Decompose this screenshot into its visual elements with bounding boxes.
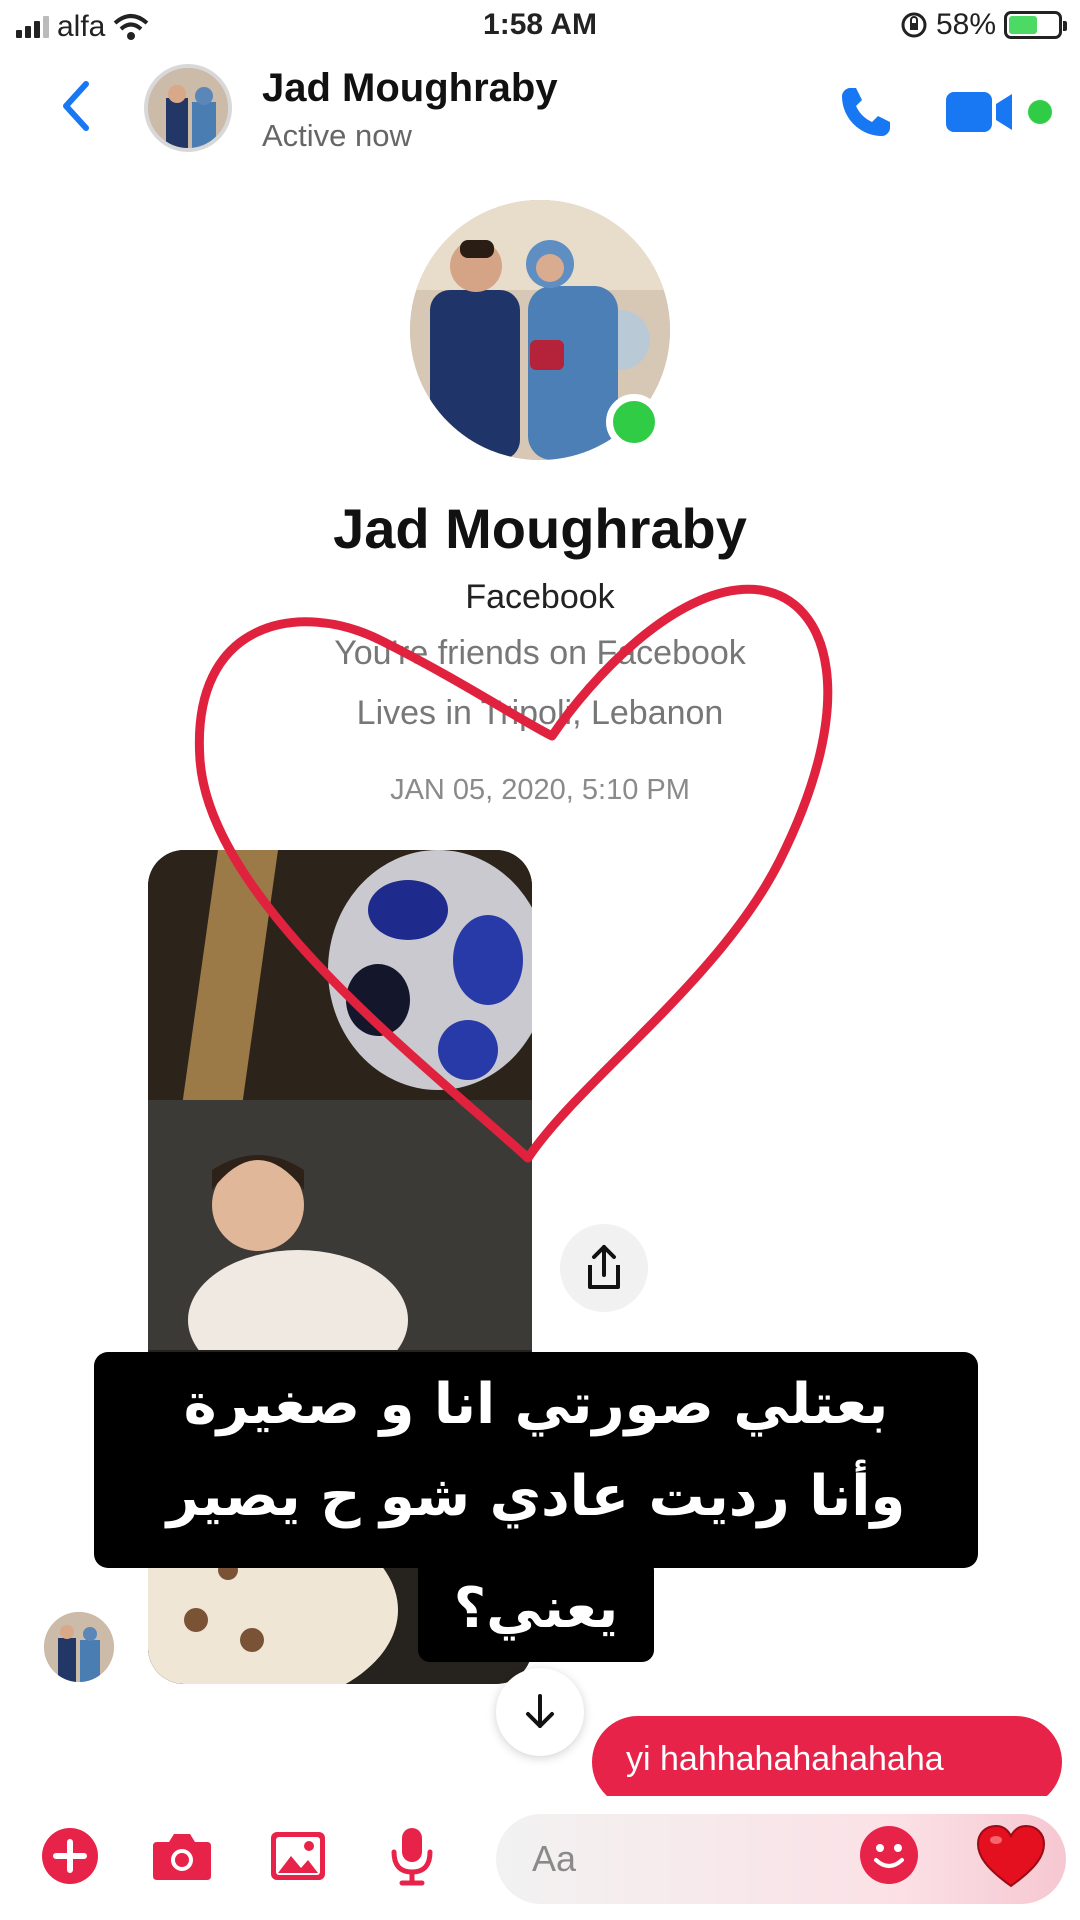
plus-icon (42, 1828, 98, 1884)
gallery-button[interactable] (266, 1824, 330, 1888)
plus-button[interactable] (38, 1824, 102, 1888)
outgoing-message-text: yi hahhahahahahaha (626, 1740, 944, 1778)
outgoing-message-bubble[interactable]: yi hahhahahahahaha (592, 1716, 1062, 1808)
message-timestamp: JAN 05, 2020, 5:10 PM (390, 774, 690, 806)
video-camera-icon[interactable] (944, 88, 1018, 136)
video-online-dot (1028, 100, 1052, 124)
profile-source: Facebook (465, 578, 615, 616)
caption-overlay-tail: يعني؟ (418, 1558, 654, 1662)
caption-line-1: بعتلي صورتي انا و صغيرة (183, 1372, 889, 1437)
heart-icon[interactable] (976, 1824, 1046, 1890)
header-active-status: Active now (262, 118, 412, 153)
phone-icon[interactable] (836, 82, 896, 142)
conversation-header: Jad Moughraby Active now (0, 52, 1080, 172)
emoji-button[interactable] (860, 1826, 918, 1884)
caption-line-2: وأنا رديت عادي شو ح يصير (166, 1464, 906, 1529)
camera-button[interactable] (150, 1824, 214, 1888)
status-right: 58% (900, 8, 1067, 42)
back-chevron-icon[interactable] (56, 76, 96, 136)
microphone-icon (391, 1828, 433, 1886)
orientation-lock-icon (901, 12, 927, 38)
share-button[interactable] (560, 1224, 648, 1312)
battery-percent: 58% (935, 8, 996, 41)
caption-overlay: بعتلي صورتي انا و صغيرة وأنا رديت عادي ش… (94, 1352, 978, 1568)
battery-charging-icon (1004, 11, 1067, 39)
arrow-down-icon (526, 1694, 554, 1728)
gallery-icon (271, 1832, 325, 1880)
sender-avatar[interactable] (44, 1612, 114, 1682)
status-bar: alfa 1:58 AM 58% (0, 0, 1080, 52)
share-icon (588, 1245, 620, 1289)
profile-name: Jad Moughraby (333, 497, 747, 560)
profile-location: Lives in Tripoli, Lebanon (356, 694, 724, 732)
online-badge (606, 394, 662, 450)
profile-friends-line: You're friends on Facebook (334, 634, 746, 672)
header-contact-name[interactable]: Jad Moughraby (262, 66, 558, 111)
scroll-to-bottom-button[interactable] (496, 1668, 584, 1756)
header-avatar[interactable] (144, 64, 232, 152)
message-composer (0, 1796, 1080, 1920)
microphone-button[interactable] (380, 1824, 444, 1888)
camera-icon (153, 1834, 211, 1880)
caption-line-3: يعني؟ (453, 1576, 619, 1641)
emoji-icon (874, 1844, 904, 1868)
